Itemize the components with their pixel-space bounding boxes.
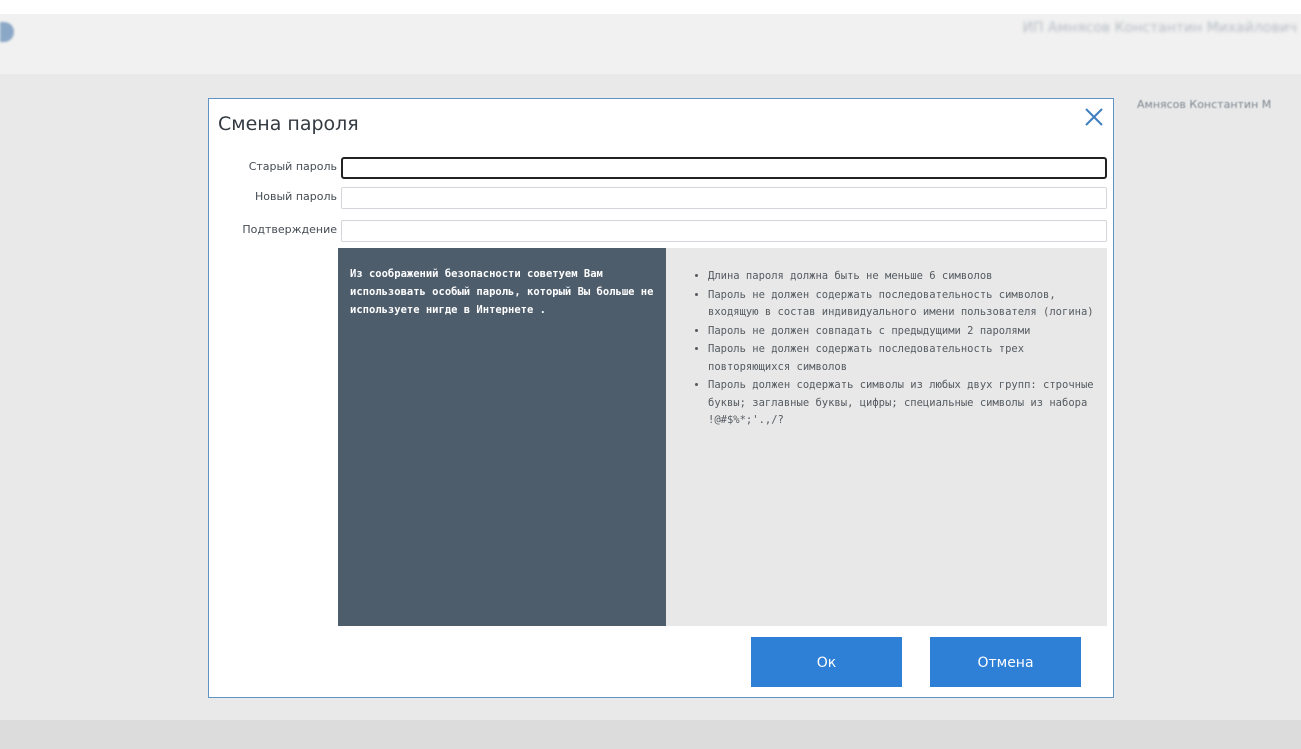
old-password-label: Старый пароль xyxy=(248,160,337,173)
change-password-dialog: Смена пароля Старый пароль Новый пароль … xyxy=(208,98,1114,698)
new-password-label: Новый пароль xyxy=(255,190,337,203)
cancel-button[interactable]: Отмена xyxy=(930,637,1081,687)
password-rule: Пароль не должен содержать последователь… xyxy=(708,287,1099,322)
dialog-title: Смена пароля xyxy=(218,113,359,135)
security-note-panel: Из соображений безопасности советуем Вам… xyxy=(338,248,666,626)
security-note-text: Из соображений безопасности советуем Вам… xyxy=(350,268,654,316)
new-password-input[interactable] xyxy=(341,187,1107,209)
header-user-name[interactable]: ИП Амнясов Константин Михайлович xyxy=(1022,20,1297,36)
password-rule: Пароль не должен совпадать с предыдущими… xyxy=(708,323,1099,341)
close-button[interactable] xyxy=(1082,105,1106,129)
password-info-box: Из соображений безопасности советуем Вам… xyxy=(338,248,1107,626)
password-rule: Пароль должен содержать символы из любых… xyxy=(708,377,1099,430)
password-rules-list: Длина пароля должна быть не меньше 6 сим… xyxy=(690,268,1099,430)
ok-button[interactable]: Ок xyxy=(751,637,902,687)
old-password-row: Старый пароль xyxy=(209,157,1115,179)
close-icon xyxy=(1085,108,1103,126)
background-footer xyxy=(0,720,1301,749)
confirm-password-label: Подтверждение xyxy=(242,223,337,236)
password-rules-panel: Длина пароля должна быть не меньше 6 сим… xyxy=(666,248,1107,626)
background-top xyxy=(0,0,1301,14)
side-user-name: Амнясов Константин М xyxy=(1137,98,1272,111)
confirm-password-row: Подтверждение xyxy=(209,220,1115,242)
new-password-row: Новый пароль xyxy=(209,187,1115,209)
password-rule: Пароль не должен содержать последователь… xyxy=(708,341,1099,376)
confirm-password-input[interactable] xyxy=(341,220,1107,242)
password-rule: Длина пароля должна быть не меньше 6 сим… xyxy=(708,268,1099,286)
old-password-input[interactable] xyxy=(341,157,1107,179)
